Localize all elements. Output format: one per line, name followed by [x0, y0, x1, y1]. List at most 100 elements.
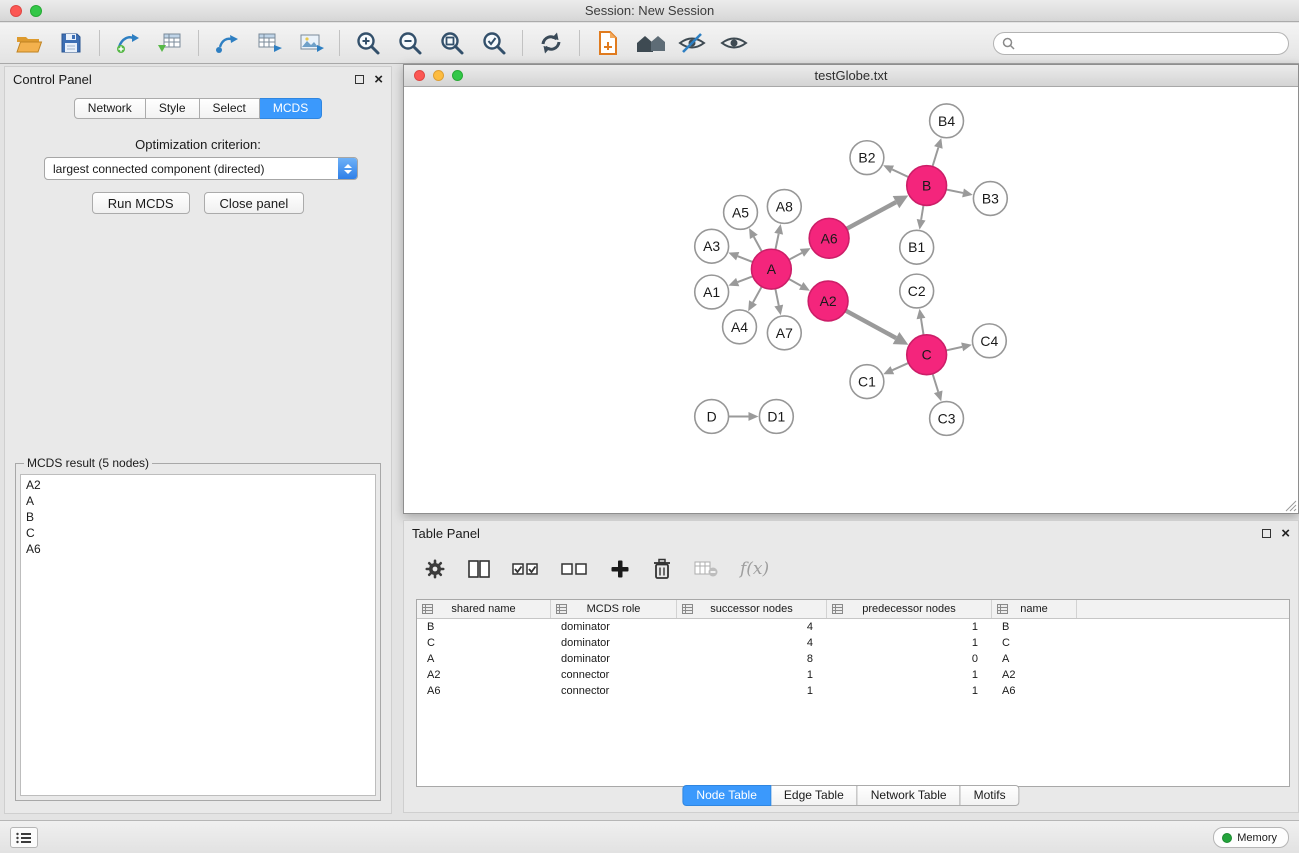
edge-A-A5[interactable] — [754, 237, 762, 252]
search-box[interactable] — [993, 32, 1289, 55]
table-row[interactable]: Bdominator41B — [417, 619, 1289, 635]
close-table-panel-icon[interactable]: × — [1281, 529, 1290, 538]
zoom-fit-button[interactable] — [431, 26, 473, 60]
zoom-out-button[interactable] — [389, 26, 431, 60]
edge-B-B2[interactable] — [892, 169, 908, 177]
edge-A-A7[interactable] — [775, 289, 778, 306]
minimize-network-window-button[interactable] — [433, 70, 444, 81]
delete-column-button[interactable] — [652, 558, 672, 580]
column-header-predecessor-nodes[interactable]: predecessor nodes — [827, 600, 992, 618]
node-A3[interactable]: A3 — [695, 229, 729, 263]
tab-style[interactable]: Style — [146, 98, 200, 119]
column-header-name[interactable]: name — [992, 600, 1077, 618]
node-D1[interactable]: D1 — [759, 400, 793, 434]
node-A6[interactable]: A6 — [809, 218, 849, 258]
edge-A-A8[interactable] — [775, 234, 778, 250]
task-history-button[interactable] — [10, 827, 38, 848]
split-columns-button[interactable] — [468, 559, 490, 579]
column-header-MCDS-role[interactable]: MCDS role — [551, 600, 677, 618]
edge-A6-B[interactable] — [847, 202, 896, 229]
node-C1[interactable]: C1 — [850, 365, 884, 399]
save-session-button[interactable] — [50, 26, 92, 60]
edge-C-C2[interactable] — [921, 319, 924, 335]
result-item[interactable]: C — [26, 525, 370, 541]
tab-select[interactable]: Select — [200, 98, 260, 119]
node-C3[interactable]: C3 — [930, 402, 964, 436]
table-row[interactable]: A6connector11A6 — [417, 683, 1289, 699]
memory-button[interactable]: Memory — [1213, 827, 1289, 848]
table-row[interactable]: A2connector11A2 — [417, 667, 1289, 683]
tab-mcds[interactable]: MCDS — [260, 98, 322, 119]
node-A[interactable]: A — [751, 249, 791, 289]
mcds-result-list[interactable]: A2ABCA6 — [20, 474, 376, 796]
hide-panel-button[interactable] — [671, 26, 713, 60]
edge-A-A2[interactable] — [789, 279, 801, 286]
node-B3[interactable]: B3 — [973, 182, 1007, 216]
float-panel-icon[interactable] — [355, 75, 364, 84]
node-A8[interactable]: A8 — [767, 190, 801, 224]
close-network-window-button[interactable] — [414, 70, 425, 81]
show-panel-button[interactable] — [713, 26, 755, 60]
table-row[interactable]: Cdominator41C — [417, 635, 1289, 651]
zoom-in-button[interactable] — [347, 26, 389, 60]
column-header-successor-nodes[interactable]: successor nodes — [677, 600, 827, 618]
edge-B-B1[interactable] — [921, 205, 923, 220]
tab-network-table[interactable]: Network Table — [858, 785, 961, 806]
close-window-button[interactable] — [10, 5, 22, 17]
result-item[interactable]: B — [26, 509, 370, 525]
open-file-button[interactable] — [8, 26, 50, 60]
node-B4[interactable]: B4 — [930, 104, 964, 138]
node-B1[interactable]: B1 — [900, 230, 934, 264]
node-C4[interactable]: C4 — [972, 324, 1006, 358]
edge-A2-C[interactable] — [846, 311, 896, 339]
node-C[interactable]: C — [907, 335, 947, 375]
add-column-button[interactable] — [610, 559, 630, 579]
unselect-all-columns-button[interactable] — [561, 560, 588, 578]
float-table-panel-icon[interactable] — [1262, 529, 1271, 538]
tab-motifs[interactable]: Motifs — [961, 785, 1020, 806]
zoom-window-button[interactable] — [30, 5, 42, 17]
criterion-dropdown[interactable]: largest connected component (directed) — [44, 157, 358, 180]
import-network-button[interactable] — [107, 26, 149, 60]
edge-A-A6[interactable] — [789, 253, 802, 260]
node-D[interactable]: D — [695, 400, 729, 434]
node-B[interactable]: B — [907, 166, 947, 206]
edge-B-B3[interactable] — [946, 190, 963, 193]
export-image-button[interactable] — [290, 26, 332, 60]
tab-node-table[interactable]: Node Table — [682, 785, 771, 806]
function-builder-button[interactable]: f(x) — [740, 559, 769, 579]
zoom-selected-button[interactable] — [473, 26, 515, 60]
zoom-network-window-button[interactable] — [452, 70, 463, 81]
edge-A-A1[interactable] — [738, 276, 753, 282]
node-A7[interactable]: A7 — [767, 316, 801, 350]
node-A4[interactable]: A4 — [723, 310, 757, 344]
edge-C-C4[interactable] — [946, 347, 962, 351]
result-item[interactable]: A2 — [26, 477, 370, 493]
export-network-button[interactable] — [206, 26, 248, 60]
edge-B-B4[interactable] — [932, 147, 938, 166]
edge-C-C1[interactable] — [892, 363, 908, 370]
search-input[interactable] — [1020, 37, 1280, 51]
export-table-button[interactable] — [248, 26, 290, 60]
refresh-button[interactable] — [530, 26, 572, 60]
table-row[interactable]: Adominator80A — [417, 651, 1289, 667]
table-settings-button[interactable] — [424, 558, 446, 580]
result-item[interactable]: A6 — [26, 541, 370, 557]
run-mcds-button[interactable]: Run MCDS — [92, 192, 190, 214]
tab-network[interactable]: Network — [74, 98, 146, 119]
home-button[interactable] — [629, 26, 671, 60]
node-B2[interactable]: B2 — [850, 141, 884, 175]
edge-A-A3[interactable] — [738, 256, 753, 262]
edge-C-C3[interactable] — [933, 374, 939, 392]
close-panel-button[interactable]: Close panel — [204, 192, 305, 214]
column-header-shared-name[interactable]: shared name — [417, 600, 551, 618]
node-C2[interactable]: C2 — [900, 274, 934, 308]
import-table-button[interactable] — [149, 26, 191, 60]
close-panel-icon[interactable]: × — [374, 75, 383, 84]
network-canvas[interactable]: B4B2BB3A5A8A6B1A3AC2A1A2A4A7CC4C1C3DD1 — [404, 88, 1298, 513]
result-item[interactable]: A — [26, 493, 370, 509]
node-A1[interactable]: A1 — [695, 275, 729, 309]
resize-grip-icon[interactable] — [1285, 500, 1297, 512]
select-all-columns-button[interactable] — [512, 560, 539, 578]
open-session-button[interactable] — [587, 26, 629, 60]
